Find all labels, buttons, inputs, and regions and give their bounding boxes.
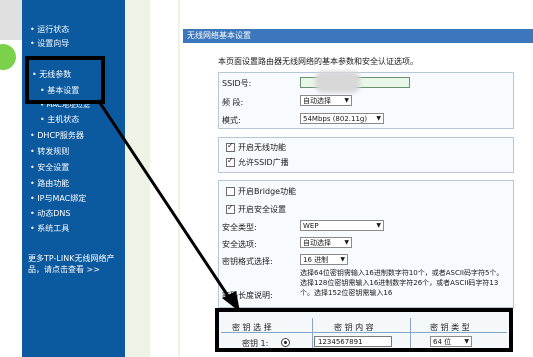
- sidebar-item-forwarding[interactable]: • 转发规则: [30, 147, 69, 157]
- sidebar-item-status[interactable]: • 运行状态: [30, 25, 69, 35]
- chevron-down-icon: ▼: [376, 115, 381, 122]
- bridge-label: 开启Bridge功能: [238, 187, 297, 196]
- radio-dot-icon: [284, 341, 287, 344]
- table-header-key-type: 密 钥 类 型: [430, 323, 470, 332]
- sidebar-item-routing[interactable]: • 路由功能: [30, 179, 69, 189]
- security-label: 开启安全设置: [238, 205, 286, 214]
- chevron-down-icon: ▼: [340, 256, 345, 263]
- security-option-value: 自动选择: [303, 239, 331, 247]
- band-select-value: 自动选择: [303, 97, 331, 105]
- mode-select-value: 54Mbps (802.11g): [303, 115, 368, 123]
- chevron-down-icon: ▼: [344, 239, 349, 246]
- table-divider: [312, 318, 313, 348]
- page-description: 本页面设置路由器无线网络的基本参数和安全认证选项。: [218, 57, 418, 66]
- security-type-select[interactable]: WEP ▼: [300, 220, 384, 231]
- sidebar-item-setup-wizard[interactable]: • 设置向导: [30, 39, 69, 49]
- bridge-checkbox[interactable]: [226, 187, 235, 196]
- band-label: 频 段:: [222, 98, 244, 107]
- key-1-input[interactable]: 1234567891: [314, 336, 392, 347]
- key-1-label: 密钥 1:: [242, 339, 269, 348]
- key-format-value: 16 进制: [303, 256, 329, 264]
- table-divider: [410, 318, 411, 348]
- key-1-type-select[interactable]: 64 位 ▼: [430, 336, 472, 347]
- key-length-description: 选择64位密钥需输入16进制数字符10个，或者ASCII码字符5个。选择128位…: [300, 269, 504, 297]
- ssid-blur-mask: [315, 71, 360, 93]
- key-format-label: 密钥格式选择:: [222, 257, 273, 266]
- sidebar-item-host-status[interactable]: • 主机状态: [40, 115, 79, 125]
- mode-label: 模式:: [222, 116, 241, 125]
- key-1-radio[interactable]: [281, 338, 290, 347]
- ssid-broadcast-label: 允许SSID广播: [238, 158, 289, 167]
- key-1-type-value: 64 位: [433, 338, 452, 346]
- key-length-label: 密码长度说明:: [222, 291, 273, 300]
- divider-stripe: [150, 0, 178, 357]
- enable-wireless-checkbox[interactable]: [226, 141, 235, 152]
- chevron-down-icon: ▼: [344, 97, 349, 104]
- security-option-label: 安全选项:: [222, 240, 257, 249]
- table-header-key-content: 密 钥 内 容: [334, 323, 374, 332]
- enable-wireless-label: 开启无线功能: [238, 143, 286, 152]
- green-circle-decoration: [0, 44, 16, 70]
- more-products-link[interactable]: 更多TP-LINK无线网络产品，请点击查看 >>: [28, 253, 123, 275]
- page-title: 无线网络基本设置: [183, 29, 533, 43]
- ssid-label: SSID号:: [222, 79, 252, 88]
- sidebar-item-ddns[interactable]: • 动态DNS: [30, 209, 70, 219]
- security-type-value: WEP: [303, 222, 319, 230]
- mode-select[interactable]: 54Mbps (802.11g) ▼: [300, 113, 384, 124]
- left-edge-panel: [0, 0, 22, 40]
- wireless-menu-highlight-box: [25, 56, 105, 104]
- sidebar: • 运行状态 • 设置向导 • 无线参数 • 基本设置 • MAC地址过滤 • …: [22, 0, 125, 357]
- chevron-down-icon: ▼: [464, 338, 469, 345]
- security-checkbox[interactable]: [226, 203, 235, 214]
- table-header-key-select: 密 钥 选 择: [232, 323, 272, 332]
- security-option-select[interactable]: 自动选择 ▼: [300, 237, 352, 248]
- ssid-broadcast-checkbox[interactable]: [226, 156, 235, 167]
- band-select[interactable]: 自动选择 ▼: [300, 95, 352, 106]
- sidebar-item-ip-mac-binding[interactable]: • IP与MAC绑定: [30, 194, 86, 204]
- sidebar-item-system-tools[interactable]: • 系统工具: [30, 224, 69, 234]
- security-type-label: 安全类型:: [222, 223, 257, 232]
- chevron-down-icon: ▼: [376, 222, 381, 229]
- sidebar-item-dhcp[interactable]: • DHCP服务器: [30, 131, 84, 141]
- sidebar-item-security[interactable]: • 安全设置: [30, 163, 69, 173]
- key-format-select[interactable]: 16 进制 ▼: [300, 254, 348, 265]
